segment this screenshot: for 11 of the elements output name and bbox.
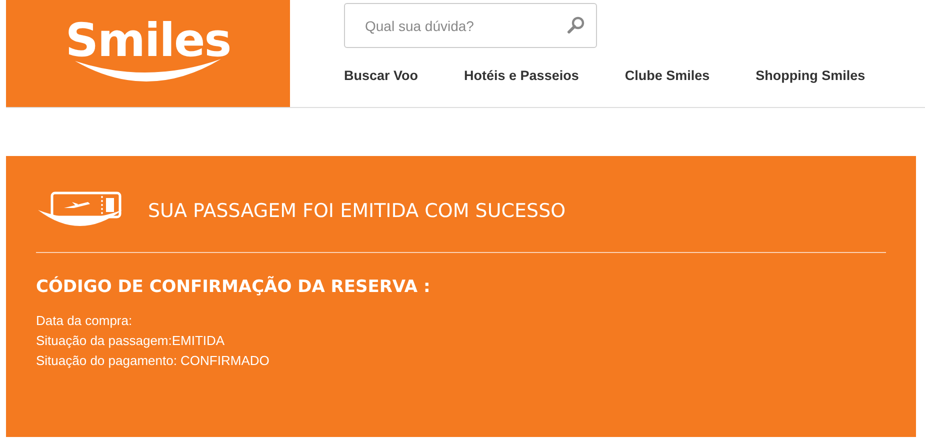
nav-link[interactable]: Buscar Voo [344,68,418,83]
search-icon[interactable] [567,16,585,34]
detail-text: Situação da passagem:EMITIDA [36,332,226,350]
search-field[interactable]: Qual sua dúvida? [344,3,597,48]
nav-link[interactable]: Shopping Smiles [756,68,866,83]
confirmation-heading: CÓDIGO DE CONFIRMAÇÃO DA RESERVA : [36,277,432,297]
detail-text: Data da compra: [36,312,134,330]
nav-link[interactable]: Hotéis e Passeios [464,68,579,83]
detail-text: Situação do pagamento: CONFIRMADO [36,352,270,370]
success-title: SUA PASSAGEM FOI EMITIDA COM SUCESSO [148,200,566,222]
nav-link[interactable]: Clube Smiles [624,68,710,83]
